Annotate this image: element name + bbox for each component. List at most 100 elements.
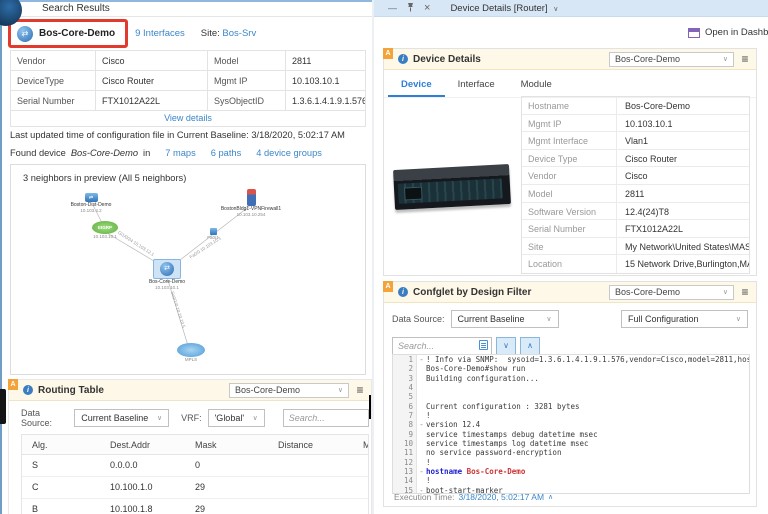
site-link[interactable]: Bos-Srv	[222, 28, 256, 39]
device-summary-table: Vendor Cisco Model 2811 DeviceType Cisco…	[10, 50, 366, 127]
collapse-icon[interactable]: ∧	[548, 493, 553, 501]
table-row[interactable]: S 0.0.0.0 0	[22, 455, 368, 477]
divider-drag-handle[interactable]	[369, 395, 371, 419]
found-prefix: Found device	[10, 148, 66, 158]
line-number: 1	[393, 355, 417, 364]
line-number: 2	[393, 364, 417, 373]
routing-search-input[interactable]	[283, 409, 369, 427]
routing-table-widget: A i Routing Table Bos-Core-Demo ∨ ≡ Data…	[8, 379, 372, 514]
config-filter-select[interactable]: Full Configuration ∨	[621, 310, 748, 328]
property-value: Vlan1	[617, 132, 749, 149]
column-header[interactable]: Mask	[185, 435, 268, 454]
topology-node-firewall[interactable]: BostonBldg1-VPNFirewall1 10.103.10.254	[206, 189, 296, 218]
execution-time-value[interactable]: 3/18/2020, 5:02:17 AM	[458, 492, 544, 502]
find-prev-button[interactable]: ∧	[520, 337, 540, 355]
selected-node-highlight: ⇄	[153, 259, 181, 279]
column-header[interactable]: Dest.Addr	[100, 435, 185, 454]
info-icon[interactable]: i	[398, 287, 408, 297]
data-source-select[interactable]: Current Baseline ∨	[451, 310, 559, 328]
info-icon[interactable]: i	[23, 385, 33, 395]
vrf-select[interactable]: 'Global' ∨	[208, 409, 265, 427]
device-tabs: Device Interface Module	[384, 70, 756, 98]
device-groups-link[interactable]: 4 device groups	[256, 148, 322, 158]
fold-toggle[interactable]	[417, 448, 426, 457]
device-selector[interactable]: Bos-Core-Demo ∨	[609, 52, 734, 67]
summary-label: Vendor	[11, 51, 96, 70]
fold-toggle[interactable]	[417, 364, 426, 373]
interfaces-link[interactable]: 9 Interfaces	[135, 28, 185, 39]
code-plain: service timestamps debug datetime msec	[426, 430, 598, 439]
topology-node-mpls[interactable]: MPLS	[146, 343, 236, 363]
left-edge-handle[interactable]	[0, 389, 6, 424]
code-plain: !	[426, 458, 431, 467]
fold-toggle[interactable]	[417, 411, 426, 420]
minimize-icon[interactable]: —	[388, 3, 397, 13]
line-number: 10	[393, 439, 417, 448]
code-line: 12 !	[393, 458, 749, 467]
code-line: 6 Current configuration : 3281 bytes	[393, 402, 749, 411]
view-details-link[interactable]: View details	[164, 113, 212, 123]
fold-toggle[interactable]	[417, 439, 426, 448]
fold-toggle[interactable]	[417, 392, 426, 401]
routing-table-head: Alg. Dest.Addr Mask Distance Met	[22, 435, 368, 455]
topology-node-switch[interactable]: ⇄ Boston-Dist-Demo 10.103.4.2	[46, 193, 136, 214]
widget-title: Confglet by Design Filter	[413, 287, 531, 298]
cell-distance	[268, 499, 353, 514]
find-next-button[interactable]: ∨	[496, 337, 516, 355]
vrf-value: 'Global'	[215, 413, 244, 423]
device-name[interactable]: Bos-Core-Demo	[39, 28, 115, 39]
summary-value: FTX1012A22L	[96, 91, 208, 110]
code-text: !	[426, 411, 431, 420]
line-number: 12	[393, 458, 417, 467]
config-search-input[interactable]	[392, 337, 492, 355]
tab-device[interactable]: Device	[388, 75, 445, 97]
table-row[interactable]: C 10.100.1.0 29	[22, 477, 368, 499]
line-number: 6	[393, 402, 417, 411]
widget-menu-icon[interactable]: ≡	[734, 52, 756, 66]
close-icon[interactable]: ×	[424, 3, 430, 13]
column-header[interactable]: Distance	[268, 435, 353, 454]
search-results-title: Search Results	[2, 2, 372, 17]
fold-toggle[interactable]	[417, 476, 426, 485]
device-selector[interactable]: Bos-Core-Demo ∨	[229, 383, 349, 398]
chevron-down-icon: ∨	[338, 386, 343, 394]
table-row[interactable]: B 10.100.1.8 29	[22, 499, 368, 514]
fold-toggle[interactable]	[417, 458, 426, 467]
device-details-panel: — × Device Details [Router] ∨ Open in Da…	[374, 0, 768, 514]
view-details-row: View details	[11, 111, 365, 126]
summary-rows: Vendor Cisco Model 2811 DeviceType Cisco…	[11, 51, 365, 111]
fold-toggle[interactable]	[417, 430, 426, 439]
column-header[interactable]: Alg.	[22, 435, 100, 454]
open-in-dashboard[interactable]: Open in Dashboard	[688, 27, 768, 38]
cell-dest: 0.0.0.0	[100, 455, 185, 476]
confglet-widget: A i Confglet by Design Filter Bos-Core-D…	[383, 281, 757, 507]
device-selector[interactable]: Bos-Core-Demo ∨	[609, 285, 734, 300]
paths-link[interactable]: 6 paths	[211, 148, 242, 158]
panel-title-dropdown[interactable]: Device Details [Router] ∨	[450, 3, 558, 14]
search-in-doc-icon[interactable]	[479, 340, 488, 350]
code-line: 9 service timestamps debug datetime msec	[393, 430, 749, 439]
tab-interface[interactable]: Interface	[445, 75, 508, 97]
fold-toggle[interactable]	[417, 383, 426, 392]
widget-menu-icon[interactable]: ≡	[349, 383, 371, 397]
fold-toggle[interactable]	[417, 374, 426, 383]
fold-toggle[interactable]	[417, 402, 426, 411]
tab-module[interactable]: Module	[508, 75, 565, 97]
panel-titlebar: — × Device Details [Router] ∨	[374, 0, 768, 17]
maps-link[interactable]: 7 maps	[165, 148, 196, 158]
property-row: Model 2811	[522, 185, 749, 203]
fold-toggle[interactable]: -	[417, 420, 426, 429]
topology-node-eigrp[interactable]: EIGRP 10.103.10.1	[60, 221, 150, 240]
pin-icon[interactable]	[407, 2, 414, 14]
site-label: Site:	[201, 28, 220, 39]
info-icon[interactable]: i	[398, 54, 408, 64]
fold-toggle[interactable]: -	[417, 467, 426, 476]
fold-toggle[interactable]: -	[417, 355, 426, 364]
code-plain: !	[426, 411, 431, 420]
widget-menu-icon[interactable]: ≡	[734, 285, 756, 299]
config-code-viewer[interactable]: 1 - ! Info via SNMP: sysoid=1.3.6.1.4.1.…	[392, 354, 750, 494]
topology-node-core-selected[interactable]: ⇄ Bos-Core-Demo 10.103.10.1	[122, 259, 212, 291]
data-source-select[interactable]: Current Baseline ∨	[74, 409, 169, 427]
column-header[interactable]: Met	[353, 435, 368, 454]
topology-map[interactable]: ⇄ Boston-Dist-Demo 10.103.4.2 EIGRP 10.1…	[11, 165, 365, 374]
